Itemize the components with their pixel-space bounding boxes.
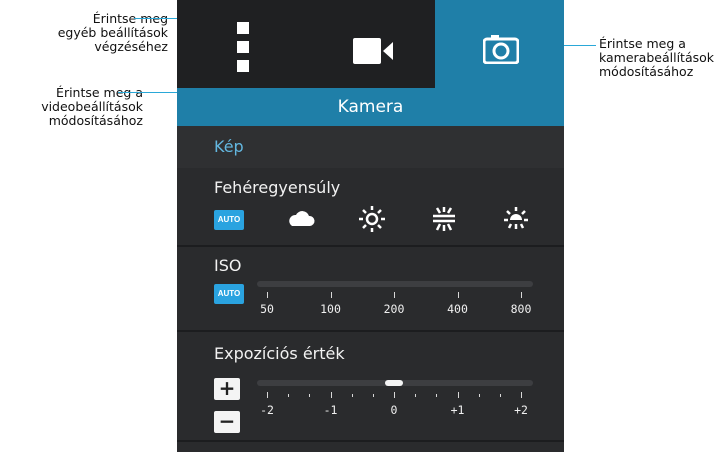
tab-video-settings[interactable] — [309, 0, 435, 88]
white-balance-label: Fehéregyensúly — [214, 178, 341, 197]
exposure-tick-label: -1 — [323, 403, 338, 417]
exposure-minus-button[interactable]: − — [214, 411, 240, 433]
exposure-slider-thumb[interactable] — [385, 380, 403, 386]
divider — [177, 245, 564, 247]
exposure-tick-label: +2 — [514, 403, 528, 417]
fluorescent-icon[interactable] — [431, 206, 457, 236]
iso-tick — [330, 292, 332, 298]
exposure-tick-minor — [478, 394, 480, 397]
exposure-plus-button[interactable]: + — [214, 378, 240, 400]
exposure-tick-major — [394, 392, 395, 398]
cloudy-icon[interactable] — [287, 208, 315, 232]
exposure-tick-minor — [499, 394, 501, 397]
camera-icon — [482, 34, 520, 65]
exposure-tick-minor — [351, 394, 353, 397]
divider — [177, 330, 564, 332]
settings-tab-bar — [177, 0, 564, 88]
iso-tick-label: 400 — [447, 302, 468, 316]
exposure-tick-major — [267, 392, 268, 398]
exposure-tick-major — [457, 392, 459, 398]
callout-camera-settings: Érintse meg a kamerabeállítások módosítá… — [599, 36, 715, 79]
tab-more-settings[interactable] — [177, 0, 309, 88]
iso-slider-track[interactable] — [257, 281, 533, 287]
camera-settings-panel: Kamera Kép Fehéregyensúly AUTO ISO AUTO … — [177, 0, 564, 452]
exposure-label: Expozíciós érték — [214, 344, 345, 363]
tab-camera-settings[interactable] — [435, 0, 564, 88]
more-vertical-icon — [236, 22, 250, 72]
iso-tick-label: 100 — [320, 302, 341, 316]
exposure-tick-minor — [415, 394, 417, 397]
section-title-image: Kép — [177, 126, 564, 168]
exposure-tick-minor — [372, 394, 374, 397]
sunny-icon[interactable] — [359, 206, 385, 236]
iso-tick — [267, 292, 268, 298]
exposure-tick-major — [521, 392, 522, 398]
iso-tick — [394, 292, 395, 298]
exposure-tick-label: 0 — [390, 403, 398, 417]
divider — [177, 440, 564, 442]
iso-tick — [457, 292, 459, 298]
iso-auto-button[interactable]: AUTO — [214, 284, 244, 304]
exposure-tick-minor — [309, 394, 311, 397]
iso-tick-label: 800 — [510, 302, 532, 316]
exposure-tick-minor — [436, 394, 438, 397]
exposure-tick-major — [330, 392, 332, 398]
iso-tick-label: 200 — [383, 302, 405, 316]
exposure-tick-label: -2 — [260, 403, 274, 417]
white-balance-auto-button[interactable]: AUTO — [214, 210, 244, 230]
iso-tick — [521, 292, 522, 298]
exposure-tick-label: +1 — [450, 403, 465, 417]
iso-tick-label: 50 — [260, 302, 274, 316]
video-camera-icon — [353, 38, 395, 64]
exposure-tick-minor — [288, 394, 290, 397]
incandescent-icon[interactable] — [503, 206, 529, 236]
page-title: Kamera — [177, 88, 564, 126]
iso-label: ISO — [214, 256, 242, 275]
